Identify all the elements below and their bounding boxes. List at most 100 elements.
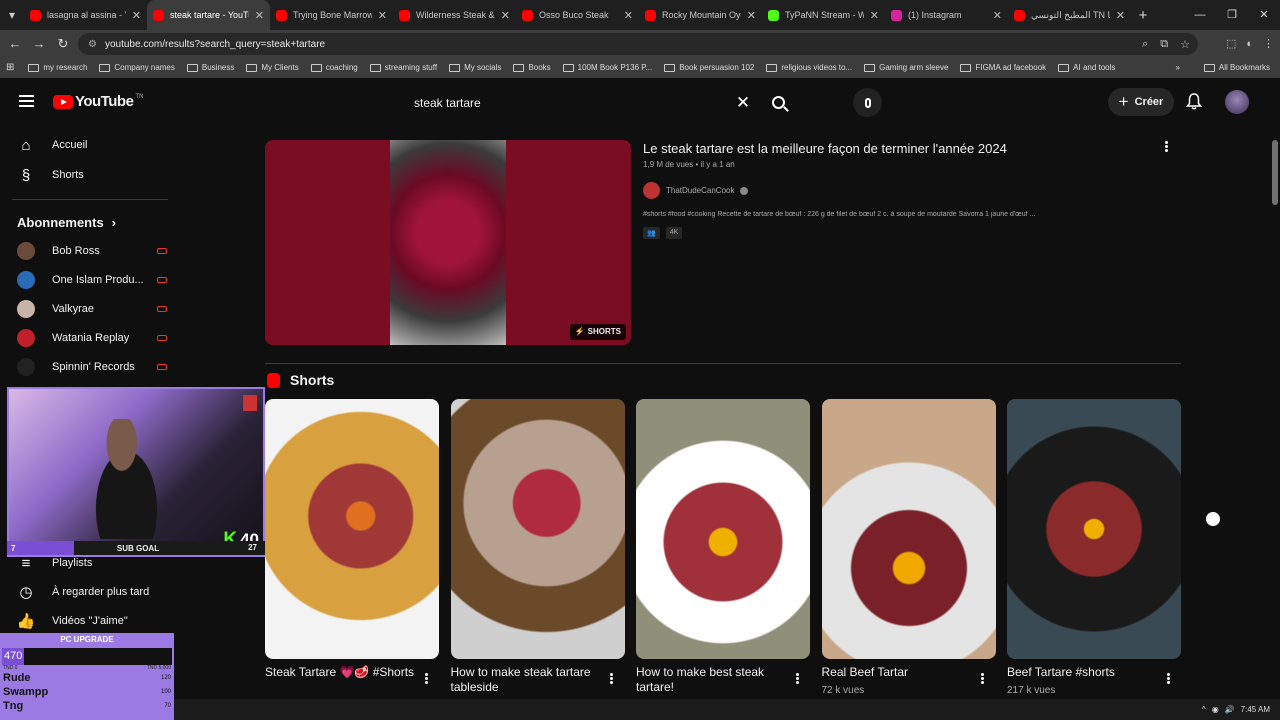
- pc-upgrade-bar: 470: [2, 648, 172, 665]
- sidebar-item-liked[interactable]: 👍 Vidéos "J'aime": [0, 606, 170, 636]
- browser-tab[interactable]: Rocky Mountain Oys ✕: [639, 0, 762, 30]
- tray-chevron-icon[interactable]: ^: [1202, 705, 1206, 714]
- subscription-item[interactable]: Valkyrae: [17, 298, 167, 320]
- scrollbar[interactable]: [1272, 140, 1278, 205]
- short-thumbnail[interactable]: [265, 399, 439, 659]
- subscription-item[interactable]: Watania Replay: [17, 327, 167, 349]
- close-tab-icon[interactable]: ✕: [1116, 9, 1125, 22]
- browser-tab[interactable]: steak tartare - YouTub ✕: [147, 0, 270, 30]
- browser-tab[interactable]: المطبخ التونسي TN قنا ✕: [1008, 0, 1131, 30]
- channel-avatar: [17, 300, 35, 318]
- subscriptions-heading[interactable]: Abonnements ›: [17, 215, 116, 230]
- short-title[interactable]: Real Beef Tartar: [822, 665, 972, 680]
- bookmark-folder[interactable]: Books: [513, 63, 551, 72]
- more-actions-icon[interactable]: [976, 671, 990, 685]
- bookmark-folder[interactable]: religious videos to...: [766, 63, 852, 72]
- zoom-icon[interactable]: ⌕: [1142, 38, 1148, 51]
- more-actions-icon[interactable]: [1159, 139, 1173, 153]
- more-actions-icon[interactable]: [419, 671, 433, 685]
- youtube-logo[interactable]: YouTube TN: [53, 93, 143, 110]
- browser-menu-icon[interactable]: ⋮: [1263, 37, 1274, 50]
- close-tab-icon[interactable]: ✕: [255, 9, 264, 22]
- short-thumbnail[interactable]: [450, 399, 625, 659]
- short-thumbnail[interactable]: [821, 399, 996, 659]
- subscription-item[interactable]: Spinnin' Records: [17, 356, 167, 378]
- forward-icon[interactable]: →: [27, 36, 51, 51]
- minimize-button[interactable]: —: [1184, 0, 1216, 30]
- sidebar-item-shorts[interactable]: § Shorts: [0, 160, 170, 190]
- search-input[interactable]: steak tartare: [403, 96, 728, 110]
- more-actions-icon[interactable]: [605, 671, 619, 685]
- browser-tab[interactable]: lasagna al assina - Y ✕: [24, 0, 147, 30]
- bookmark-folder[interactable]: Business: [186, 63, 234, 72]
- short-title[interactable]: Beef Tartare #shorts: [1007, 665, 1157, 680]
- maximize-button[interactable]: ❐: [1216, 0, 1248, 30]
- browser-tab[interactable]: Osso Buco Steak ✕: [516, 0, 639, 30]
- youtube-header: YouTube TN steak tartare ✕ + Créer: [0, 82, 1280, 124]
- close-tab-icon[interactable]: ✕: [378, 9, 387, 22]
- all-bookmarks[interactable]: All Bookmarks: [1203, 57, 1270, 78]
- bookmark-folder[interactable]: My Clients: [246, 63, 299, 72]
- bookmark-folder[interactable]: My socials: [449, 63, 501, 72]
- close-tab-icon[interactable]: ✕: [132, 9, 141, 22]
- bookmark-star-icon[interactable]: ☆: [1180, 38, 1190, 51]
- bookmark-folder[interactable]: my research: [28, 63, 87, 72]
- bookmark-folder[interactable]: AI and tools: [1058, 63, 1115, 72]
- volume-icon[interactable]: 🔊: [1225, 705, 1235, 714]
- close-tab-icon[interactable]: ✕: [624, 9, 633, 22]
- featured-video-title[interactable]: Le steak tartare est la meilleure façon …: [643, 141, 1007, 156]
- browser-tab[interactable]: Wilderness Steak & T ✕: [393, 0, 516, 30]
- featured-video-thumbnail[interactable]: ⚡ SHORTS: [265, 140, 631, 345]
- close-tab-icon[interactable]: ✕: [747, 9, 756, 22]
- close-tab-icon[interactable]: ✕: [993, 9, 1002, 22]
- more-actions-icon[interactable]: [790, 671, 804, 685]
- browser-tab[interactable]: (1) Instagram ✕: [885, 0, 1008, 30]
- short-title[interactable]: How to make steak tartare tableside: [451, 665, 601, 695]
- short-thumbnail[interactable]: [636, 399, 810, 659]
- tab-favicon-icon: [30, 9, 41, 21]
- bookmark-folder[interactable]: streaming stuff: [369, 63, 437, 72]
- browser-tab[interactable]: TyPaNN Stream - We ✕: [762, 0, 885, 30]
- profile-icon[interactable]: ◐: [1246, 38, 1253, 50]
- bookmark-folder[interactable]: Book persuasion 102: [664, 63, 754, 72]
- subscription-item[interactable]: One Islam Produ...: [17, 269, 167, 291]
- bookmark-folder[interactable]: Gaming arm sleeve: [864, 63, 948, 72]
- back-icon[interactable]: ←: [3, 36, 27, 51]
- voice-search-button[interactable]: [853, 88, 882, 117]
- network-icon[interactable]: ◉: [1212, 705, 1219, 714]
- bookmark-folder[interactable]: Company names: [99, 63, 175, 72]
- bookmark-folder[interactable]: 100M Book P136 P...: [562, 63, 652, 72]
- account-avatar[interactable]: [1225, 90, 1249, 114]
- short-title[interactable]: How to make best steak tartare!: [636, 665, 786, 695]
- bookmark-folder[interactable]: coaching: [310, 63, 358, 72]
- sidebar-item-home[interactable]: ⌂ Accueil: [0, 130, 170, 160]
- bookmark-label: My socials: [464, 63, 502, 72]
- clear-search-icon[interactable]: ✕: [728, 93, 758, 113]
- sidebar-item-label: Shorts: [52, 169, 84, 181]
- close-tab-icon[interactable]: ✕: [870, 9, 879, 22]
- more-options-icon[interactable]: [1206, 512, 1220, 526]
- notifications-bell-icon[interactable]: [1186, 93, 1202, 110]
- bookmark-folder[interactable]: FIGMA ad facebook: [960, 63, 1046, 72]
- url-input[interactable]: ⚙ youtube.com/results?search_query=steak…: [78, 33, 1198, 55]
- sidebar-item-watch-later[interactable]: ◷ À regarder plus tard: [0, 577, 170, 607]
- reload-icon[interactable]: ↻: [51, 36, 75, 52]
- apps-icon[interactable]: ⊞: [6, 62, 14, 73]
- site-info-icon[interactable]: ⚙: [88, 39, 97, 50]
- tab-search-icon[interactable]: ▾: [0, 0, 24, 30]
- new-tab-button[interactable]: +: [1131, 7, 1155, 24]
- extensions-icon[interactable]: ⬚: [1226, 37, 1236, 50]
- search-button[interactable]: [758, 89, 798, 116]
- more-actions-icon[interactable]: [1161, 671, 1175, 685]
- more-bookmarks-icon[interactable]: »: [1176, 63, 1180, 72]
- subscription-item[interactable]: Bob Ross: [17, 240, 167, 262]
- short-thumbnail[interactable]: [1007, 399, 1181, 659]
- browser-tab[interactable]: Trying Bone Marrow ✕: [270, 0, 393, 30]
- menu-icon[interactable]: [19, 95, 34, 107]
- close-tab-icon[interactable]: ✕: [501, 9, 510, 22]
- install-icon[interactable]: ⧉: [1160, 38, 1168, 51]
- featured-channel[interactable]: ThatDudeCanCook: [643, 182, 749, 199]
- create-button[interactable]: + Créer: [1108, 88, 1174, 116]
- close-window-button[interactable]: ✕: [1248, 0, 1280, 30]
- short-title[interactable]: Steak Tartare 💗🥩 #Shorts: [265, 665, 415, 680]
